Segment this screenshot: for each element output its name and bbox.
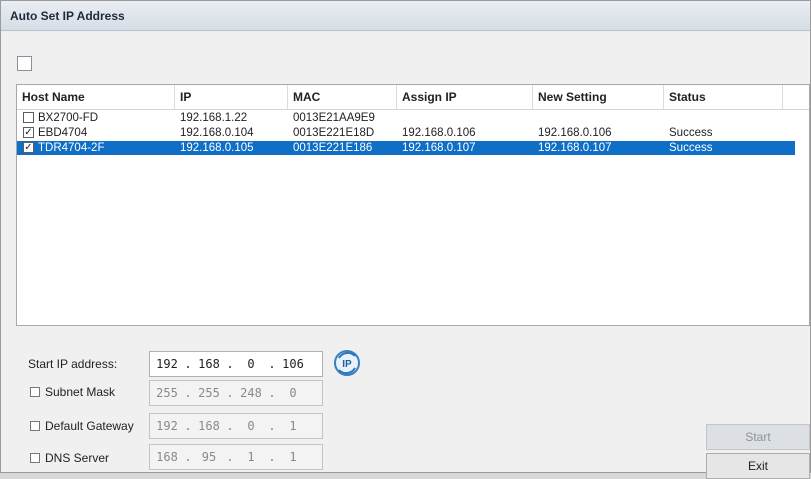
cell-ip: 192.168.1.22 [180, 112, 248, 124]
ip-octet[interactable]: 0 [234, 357, 268, 371]
svg-text:IP: IP [342, 359, 352, 370]
cell-ip: 192.168.0.104 [180, 127, 254, 139]
exit-button[interactable]: Exit [706, 453, 810, 479]
cell-host: TDR4704-2F [38, 142, 105, 154]
gateway-label: Default Gateway [45, 419, 134, 433]
col-new-setting[interactable]: New Setting [533, 85, 664, 109]
ip-octet: 0 [289, 386, 297, 400]
cell-mac: 0013E221E18D [293, 127, 375, 139]
cell-host: EBD4704 [38, 127, 88, 139]
dns-checkbox[interactable] [30, 453, 40, 463]
ip-octet: 1 [289, 419, 297, 433]
window-title: Auto Set IP Address [10, 9, 125, 23]
dns-input[interactable]: 168. 95. 1. 1 [149, 444, 323, 470]
start-ip-input[interactable]: 192. 168. 0. 106 [149, 351, 323, 377]
ip-octet: 192 [156, 419, 178, 433]
cell-assign-ip: 192.168.0.107 [402, 142, 476, 154]
subnet-label: Subnet Mask [45, 385, 116, 399]
col-assign-ip[interactable]: Assign IP [397, 85, 533, 109]
ip-octet[interactable]: 192 [150, 357, 184, 371]
cell-assign-ip: 192.168.0.106 [402, 127, 476, 139]
ip-octet: 168 [156, 450, 178, 464]
cell-ip: 192.168.0.105 [180, 142, 254, 154]
cell-new-setting: 192.168.0.106 [538, 127, 612, 139]
ip-octet: 168 [198, 419, 220, 433]
title-bar: Auto Set IP Address [1, 1, 810, 31]
table-row-selected[interactable]: ✓ TDR4704-2F 192.168.0.105 0013E221E186 … [17, 141, 795, 155]
cell-status: Success [669, 142, 713, 154]
row-checkbox[interactable] [23, 112, 34, 123]
cell-mac: 0013E221E186 [293, 142, 373, 154]
select-all-checkbox[interactable] [17, 56, 32, 71]
ip-octet: 255 [198, 386, 220, 400]
row-checkbox[interactable]: ✓ [23, 142, 34, 153]
ip-octet: 1 [247, 450, 255, 464]
cell-new-setting: 192.168.0.107 [538, 142, 612, 154]
col-mac[interactable]: MAC [288, 85, 397, 109]
ip-octet: 248 [240, 386, 262, 400]
device-list: Host Name IP MAC Assign IP New Setting S… [16, 84, 810, 326]
list-header: Host Name IP MAC Assign IP New Setting S… [17, 85, 809, 110]
start-button[interactable]: Start [706, 424, 810, 450]
subnet-checkbox[interactable] [30, 387, 40, 397]
table-row[interactable]: BX2700-FD 192.168.1.22 0013E21AA9E9 [17, 111, 795, 125]
ip-octet: 0 [247, 419, 255, 433]
ip-octet: 95 [201, 450, 217, 464]
gateway-input[interactable]: 192. 168. 0. 1 [149, 413, 323, 439]
auto-set-ip-window: Auto Set IP Address Host Name IP MAC Ass… [0, 0, 811, 479]
ip-octet: 1 [289, 450, 297, 464]
cell-host: BX2700-FD [38, 112, 99, 124]
col-host-name[interactable]: Host Name [17, 85, 175, 109]
ip-octet[interactable]: 168 [192, 357, 226, 371]
ip-octet[interactable]: 106 [276, 357, 310, 371]
cell-mac: 0013E21AA9E9 [293, 112, 375, 124]
ip-octet: 255 [156, 386, 178, 400]
cell-status: Success [669, 127, 713, 139]
col-status[interactable]: Status [664, 85, 783, 109]
row-checkbox[interactable]: ✓ [23, 127, 34, 138]
dns-label: DNS Server [45, 451, 110, 465]
gateway-checkbox[interactable] [30, 421, 40, 431]
subnet-input[interactable]: 255. 255. 248. 0 [149, 380, 323, 406]
col-ip[interactable]: IP [175, 85, 288, 109]
start-ip-label: Start IP address: [28, 357, 118, 371]
table-row[interactable]: ✓ EBD4704 192.168.0.104 0013E221E18D 192… [17, 126, 795, 140]
ip-refresh-icon[interactable]: IP [333, 349, 361, 377]
